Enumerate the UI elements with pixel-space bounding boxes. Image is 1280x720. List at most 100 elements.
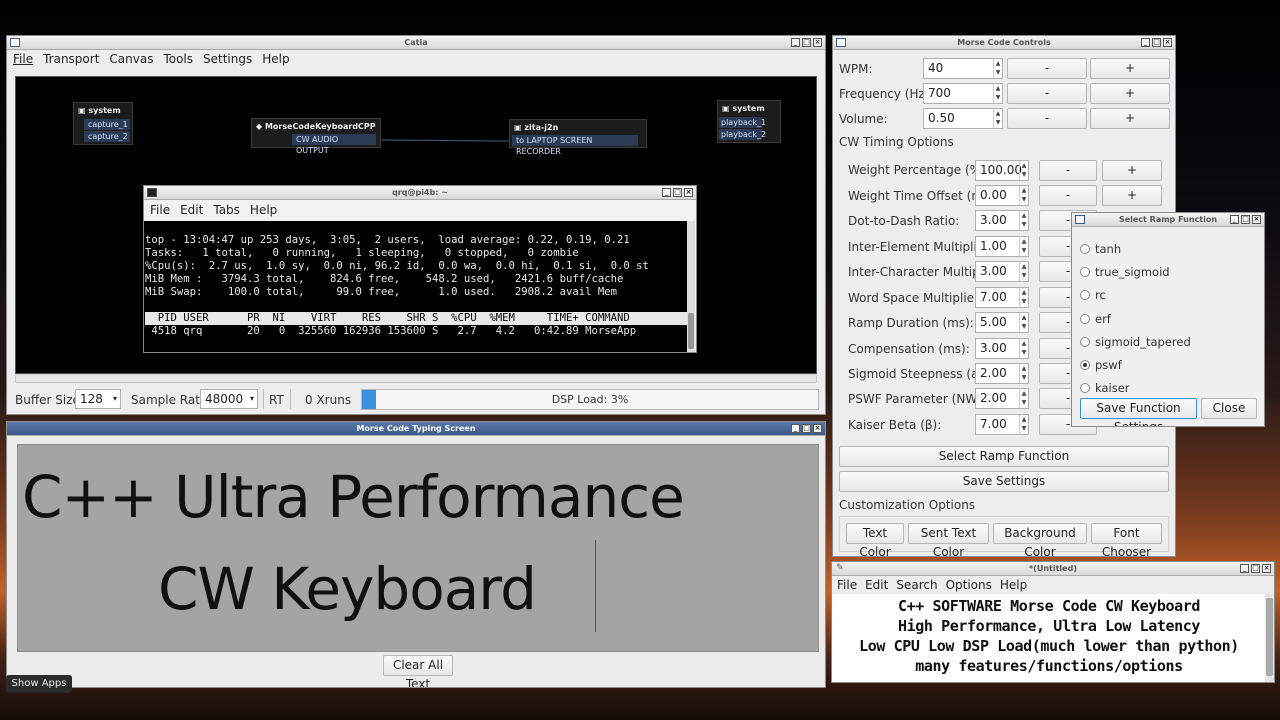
menu-file[interactable]: File <box>13 52 33 66</box>
menu-file[interactable]: File <box>837 578 857 592</box>
minimize-icon[interactable]: _ <box>791 424 800 433</box>
menu-edit[interactable]: Edit <box>865 578 888 592</box>
weight-offset-plus-button[interactable]: + <box>1102 185 1162 206</box>
port-playback-1[interactable]: playback_1 <box>719 117 766 128</box>
spin-arrows-icon[interactable]: ▲ ▼ <box>1019 339 1028 358</box>
spin-arrows-icon[interactable]: ▲ ▼ <box>1019 237 1028 256</box>
terminal-scrollbar[interactable] <box>687 221 695 352</box>
spin-arrows-icon[interactable]: ▲ ▼ <box>1019 262 1028 281</box>
close-button[interactable]: Close <box>1201 398 1257 419</box>
terminal-output[interactable]: top - 13:04:47 up 253 days, 3:05, 2 user… <box>144 221 689 352</box>
radio-button-icon[interactable] <box>1080 290 1090 301</box>
radio-button-icon[interactable] <box>1080 243 1090 254</box>
weight-percentage-minus-button[interactable]: - <box>1039 160 1097 181</box>
node-morsecode[interactable]: ◆ MorseCodeKeyboardCPP CW AUDIO OUTPUT <box>251 118 381 155</box>
ramp-titlebar[interactable]: Select Ramp Function _ □ × <box>1072 213 1264 227</box>
xruns-label[interactable]: 0 Xruns <box>305 393 351 407</box>
menu-tools[interactable]: Tools <box>163 52 193 66</box>
radio-button-icon[interactable] <box>1080 313 1090 324</box>
weight-percentage-plus-button[interactable]: + <box>1102 160 1162 181</box>
ramp-option-pswf[interactable]: pswf <box>1080 353 1191 376</box>
editor-scrollbar[interactable] <box>1265 594 1274 682</box>
maximize-icon[interactable]: □ <box>802 38 811 47</box>
ramp-option-kaiser[interactable]: kaiser <box>1080 377 1191 400</box>
save-function-settings-button[interactable]: Save Function Settings <box>1080 398 1197 426</box>
frequency-minus-button[interactable]: - <box>1007 83 1087 104</box>
inter-element-spinbox[interactable]: 1.00 ▲ ▼ <box>975 236 1029 257</box>
spin-arrows-icon[interactable]: ▲ ▼ <box>1019 186 1028 205</box>
spin-arrows-icon[interactable]: ▲ ▼ <box>1019 288 1028 307</box>
minimize-icon[interactable]: _ <box>791 38 800 47</box>
menu-file[interactable]: File <box>150 203 170 217</box>
spin-arrows-icon[interactable]: ▲ ▼ <box>1019 313 1028 332</box>
close-icon[interactable]: × <box>813 424 822 433</box>
spin-arrows-icon[interactable]: ▲ ▼ <box>1019 389 1028 408</box>
scroll-thumb[interactable] <box>688 313 694 349</box>
show-apps-button[interactable]: Show Apps <box>6 675 72 693</box>
weight-offset-spinbox[interactable]: 0.00 ▲ ▼ <box>975 185 1029 206</box>
volume-spinbox[interactable]: 0.50 ▲ ▼ <box>923 108 1003 129</box>
menu-help[interactable]: Help <box>250 203 277 217</box>
menu-tabs[interactable]: Tabs <box>213 203 240 217</box>
ramp-duration-spinbox[interactable]: 5.00 ▲ ▼ <box>975 312 1029 333</box>
wpm-spinbox[interactable]: 40 ▲ ▼ <box>923 58 1003 79</box>
text-color-button[interactable]: Text Color <box>846 523 904 556</box>
menu-transport[interactable]: Transport <box>43 52 99 66</box>
radio-button-icon[interactable] <box>1080 360 1090 371</box>
volume-plus-button[interactable]: + <box>1090 108 1170 129</box>
frequency-spinbox[interactable]: 700 ▲ ▼ <box>923 83 1003 104</box>
frequency-plus-button[interactable]: + <box>1090 83 1170 104</box>
menu-edit[interactable]: Edit <box>180 203 203 217</box>
buffer-size-select[interactable]: 128 ▾ <box>75 389 121 409</box>
minimize-icon[interactable]: _ <box>662 188 671 197</box>
ramp-option-sigmoid-tapered[interactable]: sigmoid_tapered <box>1080 330 1191 353</box>
scroll-thumb[interactable] <box>1266 598 1273 676</box>
background-color-button[interactable]: Background Color <box>993 523 1087 556</box>
maximize-icon[interactable]: □ <box>1251 564 1260 573</box>
ramp-option-erf[interactable]: erf <box>1080 307 1191 330</box>
menu-settings[interactable]: Settings <box>203 52 252 66</box>
node-system-playback[interactable]: ▣ system playback_1 playback_2 <box>717 100 781 143</box>
menu-canvas[interactable]: Canvas <box>109 52 153 66</box>
spin-arrows-icon[interactable]: ▲ ▼ <box>993 59 1002 78</box>
minimize-icon[interactable]: _ <box>1141 38 1150 47</box>
save-settings-button[interactable]: Save Settings <box>839 471 1169 492</box>
node-zita-j2n[interactable]: ▣ zita-j2n to LAPTOP SCREEN RECORDER <box>509 119 647 156</box>
close-icon[interactable]: × <box>1262 564 1271 573</box>
minimize-icon[interactable]: _ <box>1230 215 1239 224</box>
inter-character-spinbox[interactable]: 3.00 ▲ ▼ <box>975 261 1029 282</box>
spin-arrows-icon[interactable]: ▲ ▼ <box>993 84 1002 103</box>
select-ramp-function-button[interactable]: Select Ramp Function <box>839 446 1169 467</box>
menu-help[interactable]: Help <box>1000 578 1027 592</box>
maximize-icon[interactable]: □ <box>802 424 811 433</box>
word-space-spinbox[interactable]: 7.00 ▲ ▼ <box>975 287 1029 308</box>
close-icon[interactable]: × <box>1252 215 1261 224</box>
node-system-capture[interactable]: ▣ system capture_1 capture_2 <box>73 102 133 145</box>
ramp-option-tanh[interactable]: tanh <box>1080 237 1191 260</box>
port-capture-2[interactable]: capture_2 <box>84 131 130 142</box>
canvas-scrollbar[interactable] <box>15 374 817 383</box>
editor-titlebar[interactable]: ✎ *(Untitled) _ □ × <box>832 562 1274 576</box>
menu-search[interactable]: Search <box>896 578 937 592</box>
menu-options[interactable]: Options <box>946 578 992 592</box>
port-laptop-recorder[interactable]: to LAPTOP SCREEN RECORDER <box>512 135 638 156</box>
maximize-icon[interactable]: □ <box>1152 38 1161 47</box>
radio-button-icon[interactable] <box>1080 336 1090 347</box>
spin-arrows-icon[interactable]: ▲ ▼ <box>1019 161 1028 180</box>
editor-text-area[interactable]: C++ SOFTWARE Morse Code CW Keyboard High… <box>832 594 1266 682</box>
volume-minus-button[interactable]: - <box>1007 108 1087 129</box>
spin-arrows-icon[interactable]: ▲ ▼ <box>1019 415 1028 434</box>
controls-titlebar[interactable]: Morse Code Controls _ □ × <box>833 36 1175 50</box>
font-chooser-button[interactable]: Font Chooser <box>1091 523 1162 556</box>
wpm-minus-button[interactable]: - <box>1007 58 1087 79</box>
compensation-spinbox[interactable]: 3.00 ▲ ▼ <box>975 338 1029 359</box>
spin-arrows-icon[interactable]: ▲ ▼ <box>993 109 1002 128</box>
port-playback-2[interactable]: playback_2 <box>719 129 766 140</box>
pswf-parameter-spinbox[interactable]: 2.00 ▲ ▼ <box>975 388 1029 409</box>
close-icon[interactable]: × <box>813 38 822 47</box>
clear-all-text-button[interactable]: Clear All Text <box>383 655 453 687</box>
spin-arrows-icon[interactable]: ▲ ▼ <box>1019 364 1028 383</box>
sent-text-color-button[interactable]: Sent Text Color <box>908 523 989 556</box>
kaiser-beta-spinbox[interactable]: 7.00 ▲ ▼ <box>975 414 1029 435</box>
typing-titlebar[interactable]: Morse Code Typing Screen _ □ × <box>7 422 825 436</box>
